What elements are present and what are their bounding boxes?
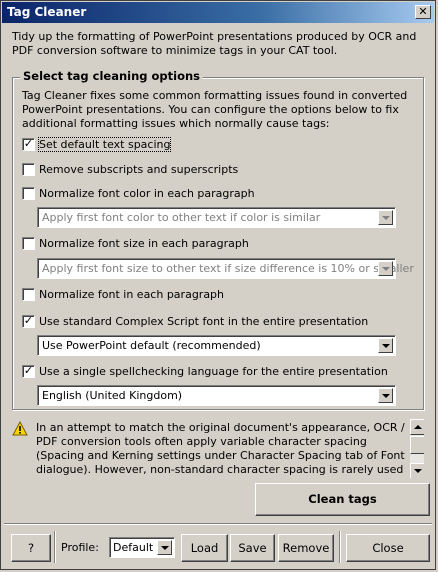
- label-spellcheck-language[interactable]: Use a single spellchecking language for …: [39, 365, 388, 378]
- font-color-select: Apply first font color to other text if …: [37, 207, 396, 228]
- window-title: Tag Cleaner: [7, 5, 87, 19]
- warning-icon: [12, 421, 28, 436]
- intro-text: Tidy up the formatting of PowerPoint pre…: [12, 30, 417, 57]
- language-select[interactable]: English (United Kingdom): [37, 385, 396, 406]
- label-normalize-size[interactable]: Normalize font size in each paragraph: [39, 237, 249, 250]
- complex-script-select-value: Use PowerPoint default (recommended): [42, 339, 261, 352]
- scroll-up-button[interactable]: [410, 419, 424, 435]
- font-size-select: Apply first font size to other text if s…: [37, 258, 414, 279]
- chevron-down-icon[interactable]: [157, 540, 172, 555]
- chevron-down-icon[interactable]: [378, 338, 393, 353]
- profile-label: Profile:: [61, 541, 99, 554]
- close-button[interactable]: Close: [346, 534, 430, 562]
- footer-divider-2: [339, 531, 341, 563]
- profile-select-value: Default: [113, 541, 154, 554]
- checkbox-default-spacing[interactable]: ✓: [22, 138, 35, 151]
- checkbox-normalize-font[interactable]: [22, 288, 35, 301]
- label-normalize-font[interactable]: Normalize font in each paragraph: [39, 288, 224, 301]
- scroll-thumb[interactable]: [410, 436, 424, 454]
- info-text: In an attempt to match the original docu…: [36, 421, 405, 478]
- load-button[interactable]: Load: [181, 534, 228, 562]
- label-remove-subscripts[interactable]: Remove subscripts and superscripts: [39, 163, 238, 176]
- chevron-down-icon: [378, 261, 393, 276]
- options-group-title: Select tag cleaning options: [20, 69, 204, 83]
- font-size-select-value: Apply first font size to other text if s…: [42, 262, 414, 275]
- checkbox-normalize-color[interactable]: [22, 187, 35, 200]
- check-icon: ✓: [23, 314, 34, 327]
- checkbox-complex-script[interactable]: ✓: [22, 315, 35, 328]
- footer-divider: [4, 523, 432, 525]
- info-panel: In an attempt to match the original docu…: [12, 417, 424, 478]
- font-color-select-value: Apply first font color to other text if …: [42, 211, 321, 224]
- close-window-button[interactable]: ✕: [415, 5, 431, 19]
- save-button[interactable]: Save: [230, 534, 275, 562]
- options-description: Tag Cleaner fixes some common formatting…: [22, 89, 408, 130]
- checkbox-spellcheck-language[interactable]: ✓: [22, 365, 35, 378]
- label-normalize-color[interactable]: Normalize font color in each paragraph: [39, 187, 255, 200]
- footer-divider-1: [54, 531, 56, 563]
- scroll-down-button[interactable]: [410, 463, 424, 478]
- info-scrollbar[interactable]: [410, 419, 424, 478]
- profile-select[interactable]: Default: [109, 537, 175, 558]
- label-default-spacing[interactable]: Set default text spacing: [37, 137, 172, 152]
- language-select-value: English (United Kingdom): [42, 389, 183, 402]
- check-icon: ✓: [23, 137, 34, 150]
- help-button[interactable]: ?: [11, 534, 51, 562]
- check-icon: ✓: [23, 364, 34, 377]
- checkbox-normalize-size[interactable]: [22, 237, 35, 250]
- title-bar: Tag Cleaner ✕: [2, 2, 434, 23]
- checkbox-remove-subscripts[interactable]: [22, 163, 35, 176]
- label-complex-script[interactable]: Use standard Complex Script font in the …: [39, 315, 368, 328]
- complex-script-select[interactable]: Use PowerPoint default (recommended): [37, 335, 396, 356]
- remove-button[interactable]: Remove: [278, 534, 334, 562]
- chevron-down-icon: [378, 210, 393, 225]
- clean-tags-button[interactable]: Clean tags: [255, 483, 430, 516]
- chevron-down-icon[interactable]: [378, 388, 393, 403]
